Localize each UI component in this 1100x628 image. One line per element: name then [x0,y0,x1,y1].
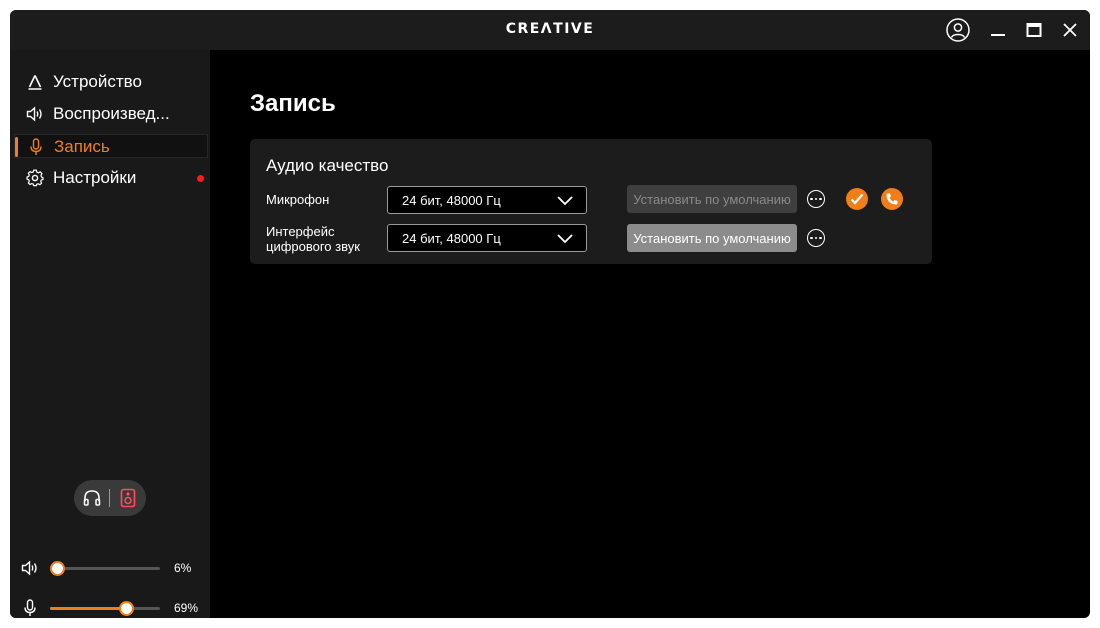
maximize-icon [1026,23,1042,37]
microphone-label: Микрофон [266,192,330,207]
close-icon [1063,23,1077,37]
output-device-toggle[interactable] [74,480,146,516]
speaker-icon[interactable] [20,559,40,577]
sidebar-item-settings[interactable]: Настройки [14,166,208,190]
sidebar-item-playback[interactable]: Воспроизвед... [14,102,208,126]
sidebar-item-device[interactable]: Устройство [14,70,208,94]
sidebar: Устройство Воспроизвед... Запись Настрой… [10,50,210,618]
set-default-microphone-button[interactable]: Установить по умолчанию [627,185,797,213]
chevron-down-icon [556,231,574,250]
minimize-icon [991,34,1005,36]
page-title: Запись [250,90,336,117]
digital-interface-label: Интерфейс цифрового звук [266,224,360,254]
speaker-icon [26,105,44,123]
slider-thumb[interactable] [49,561,65,576]
audio-quality-card: Аудио качество Микрофон 24 бит, 48000 Гц… [250,139,932,264]
notification-dot [197,175,204,182]
minimize-button[interactable] [983,16,1013,44]
sidebar-item-label: Запись [54,137,110,156]
close-button[interactable] [1055,16,1085,44]
chevron-down-icon [556,193,574,212]
toggle-divider [109,489,110,507]
title-bar: CREΛTIVE [10,10,1090,50]
gear-icon [26,169,44,187]
microphone-icon [27,138,45,156]
headphones-icon[interactable] [82,488,102,508]
microphone-icon[interactable] [20,599,40,617]
microphone-quality-select[interactable]: 24 бит, 48000 Гц [387,186,587,214]
active-indicator [15,137,18,157]
checkmark-icon[interactable] [846,188,868,210]
select-value: 24 бит, 48000 Гц [402,193,501,208]
device-icon [26,73,44,91]
maximize-button[interactable] [1019,16,1049,44]
set-default-digital-interface-button[interactable]: Установить по умолчанию [627,224,797,252]
sidebar-item-label: Настройки [53,168,137,187]
label-line: Интерфейс [266,224,335,239]
card-title: Аудио качество [266,156,389,175]
user-profile-button[interactable] [943,16,973,44]
playback-volume-value: 6% [174,561,192,575]
app-window: CREΛTIVE Устройство Воспроизвед... Запис… [10,10,1090,618]
more-options-icon[interactable] [807,190,825,208]
sidebar-item-label: Воспроизвед... [53,104,170,123]
more-options-icon[interactable] [807,229,825,247]
phone-call-icon[interactable] [881,188,903,210]
label-line: цифрового звук [266,239,360,254]
sidebar-item-recording[interactable]: Запись [14,134,208,158]
mic-volume-row: 69% [10,596,210,618]
slider-thumb[interactable] [118,601,134,616]
mic-volume-value: 69% [174,601,199,615]
brand-logo: CREΛTIVE [505,21,595,37]
speaker-box-icon[interactable] [119,488,137,508]
slider-fill [50,607,126,610]
user-profile-icon [946,18,970,42]
playback-volume-row: 6% [10,556,210,580]
playback-volume-slider[interactable] [49,561,160,576]
select-value: 24 бит, 48000 Гц [402,231,501,246]
sidebar-item-label: Устройство [53,72,142,91]
mic-volume-slider[interactable] [50,601,160,616]
digital-interface-quality-select[interactable]: 24 бит, 48000 Гц [387,224,587,252]
